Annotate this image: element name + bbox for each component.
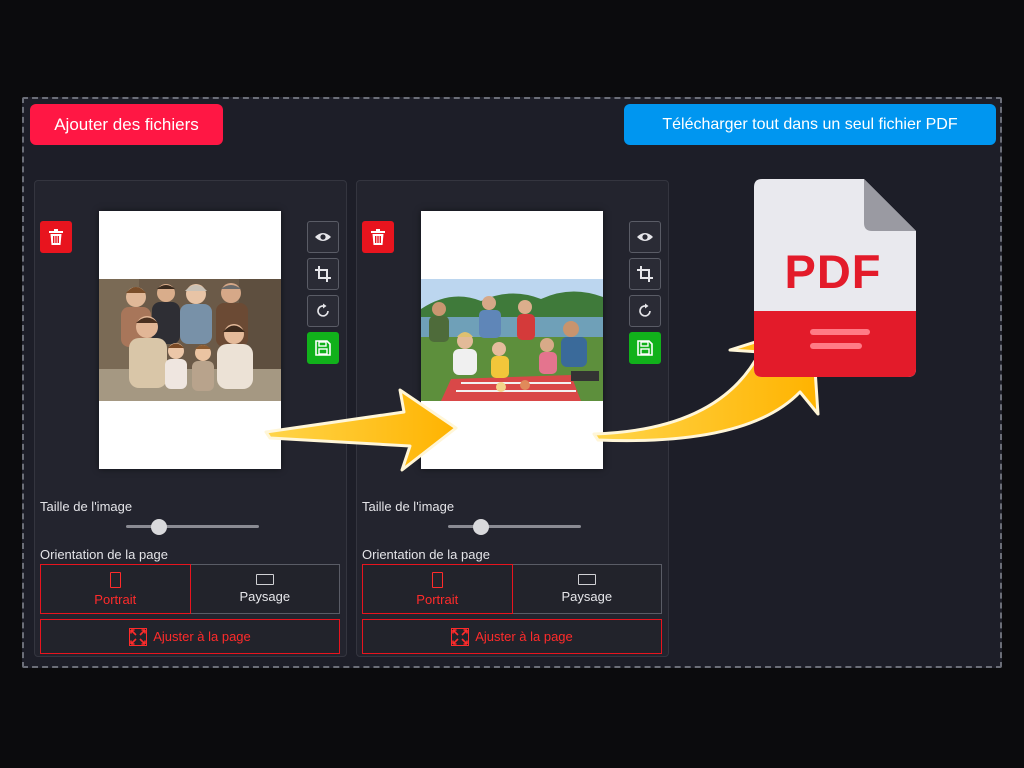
pdf-icon-label: PDF: [784, 245, 882, 298]
image-size-label: Taille de l'image: [362, 499, 455, 514]
add-files-button[interactable]: Ajouter des fichiers: [30, 104, 223, 145]
crop-button[interactable]: [307, 258, 339, 290]
rotate-button[interactable]: [307, 295, 339, 327]
rotate-icon: [317, 303, 329, 317]
orientation-label: Orientation de la page: [362, 547, 490, 562]
portrait-label: Portrait: [94, 591, 137, 607]
save-icon: [315, 340, 331, 356]
orientation-label: Orientation de la page: [40, 547, 168, 562]
trash-icon: [371, 229, 385, 245]
slider-track: [126, 525, 259, 528]
orientation-toggle: Portrait Paysage: [40, 564, 340, 614]
landscape-label: Paysage: [561, 589, 613, 604]
fit-to-page-button[interactable]: Ajuster à la page: [362, 619, 662, 654]
portrait-button[interactable]: Portrait: [40, 564, 191, 614]
crop-icon: [315, 266, 331, 282]
slider-thumb[interactable]: [473, 519, 490, 535]
image-size-label: Taille de l'image: [40, 499, 133, 514]
landscape-icon: [577, 574, 596, 585]
image-card: Taille de l'image Orientation de la page…: [34, 180, 347, 657]
expand-icon: [451, 627, 470, 646]
landscape-button[interactable]: Paysage: [190, 564, 340, 614]
fit-to-page-button[interactable]: Ajuster à la page: [40, 619, 340, 654]
tool-column: [629, 221, 661, 369]
image-size-slider[interactable]: [448, 519, 581, 535]
save-icon: [637, 340, 653, 356]
slider-track: [448, 525, 581, 528]
photo-family-portrait: [99, 279, 281, 401]
trash-icon: [49, 229, 63, 245]
slider-thumb[interactable]: [151, 519, 168, 535]
delete-button[interactable]: [362, 221, 394, 253]
eye-icon: [315, 233, 331, 241]
delete-button[interactable]: [40, 221, 72, 253]
preview-button[interactable]: [307, 221, 339, 253]
page-preview: [421, 211, 603, 469]
photo-family-picnic: [421, 279, 603, 401]
image-card: Taille de l'image Orientation de la page…: [356, 180, 669, 657]
preview-button[interactable]: [629, 221, 661, 253]
rotate-icon: [639, 303, 651, 317]
landscape-button[interactable]: Paysage: [512, 564, 662, 614]
page-preview: [99, 211, 281, 469]
eye-icon: [637, 233, 653, 241]
fit-to-page-label: Ajuster à la page: [475, 629, 573, 644]
orientation-toggle: Portrait Paysage: [362, 564, 662, 614]
save-button[interactable]: [629, 332, 661, 364]
save-button[interactable]: [307, 332, 339, 364]
landscape-icon: [255, 574, 274, 585]
landscape-label: Paysage: [239, 589, 291, 604]
portrait-icon: [109, 571, 121, 588]
portrait-label: Portrait: [416, 591, 459, 607]
portrait-button[interactable]: Portrait: [362, 564, 513, 614]
portrait-icon: [431, 571, 443, 588]
image-size-slider[interactable]: [126, 519, 259, 535]
download-all-pdf-button[interactable]: Télécharger tout dans un seul fichier PD…: [624, 104, 996, 145]
rotate-button[interactable]: [629, 295, 661, 327]
tool-column: [307, 221, 339, 369]
crop-button[interactable]: [629, 258, 661, 290]
crop-icon: [637, 266, 653, 282]
fit-to-page-label: Ajuster à la page: [153, 629, 251, 644]
expand-icon: [129, 627, 148, 646]
